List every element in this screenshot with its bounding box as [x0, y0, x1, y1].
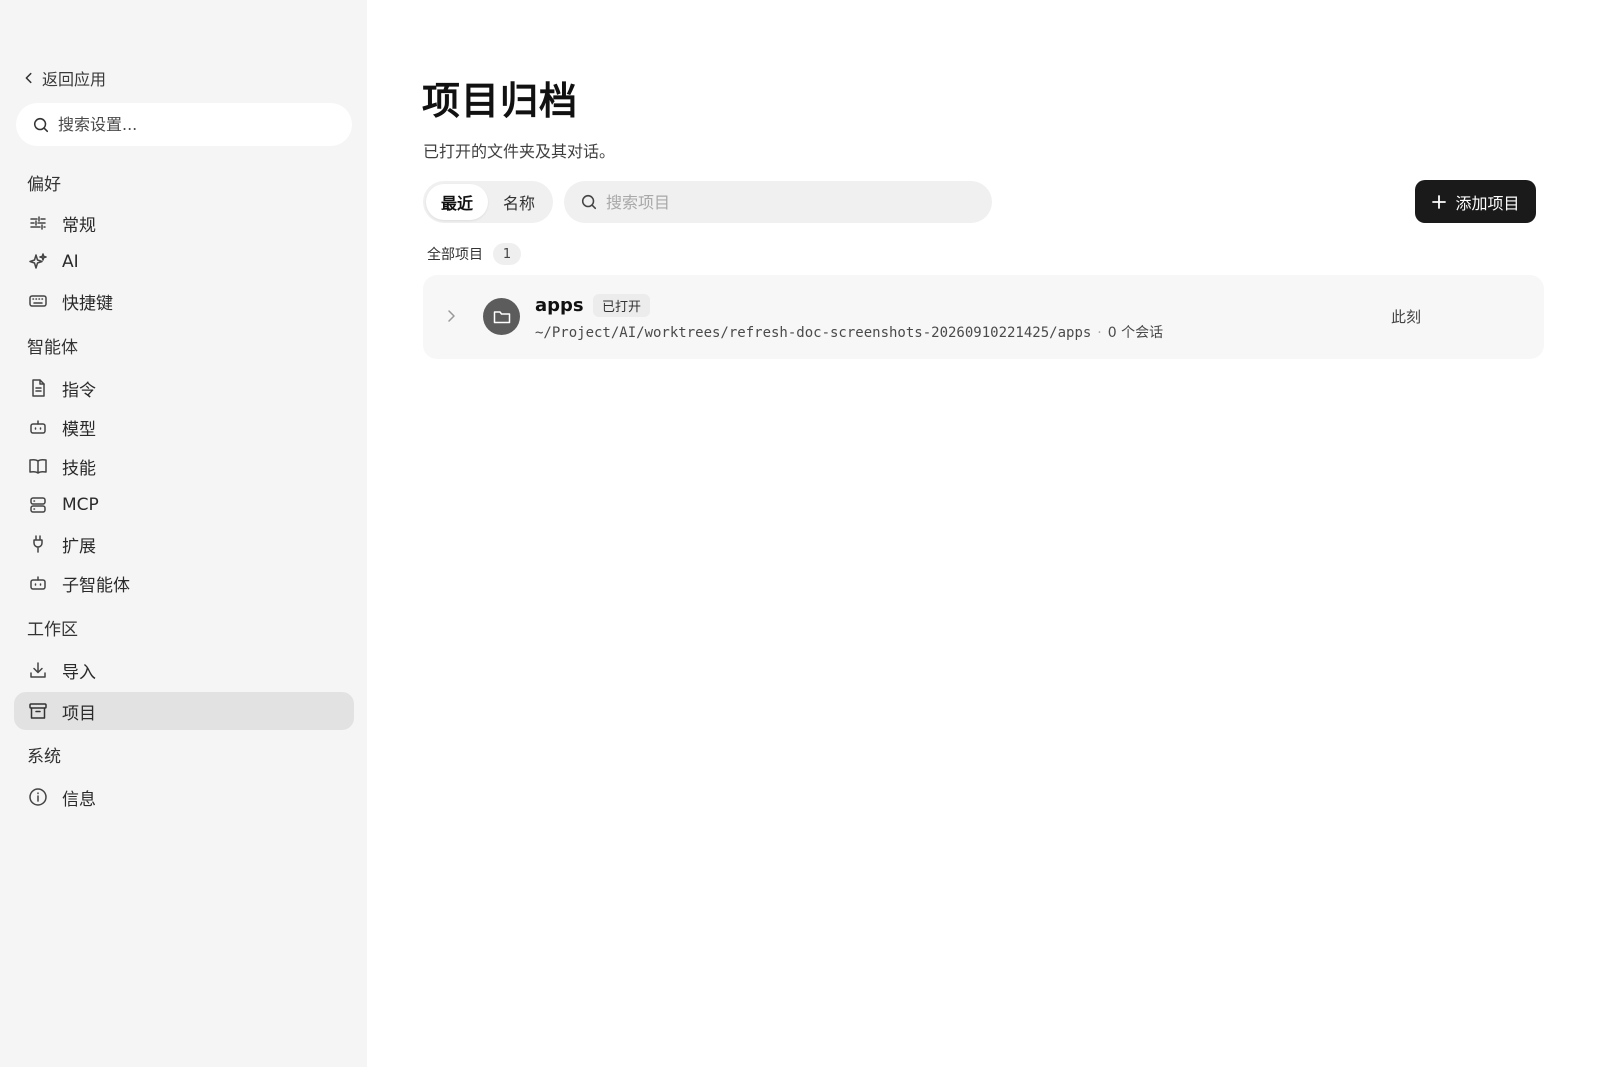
chevron-left-icon — [25, 72, 32, 84]
all-projects-label: 全部项目 — [427, 247, 483, 263]
settings-window: 返回应用 偏好 常规 AI 快捷键 智能体 指令 模型 — [0, 0, 1600, 1067]
sidebar-item-label: 导入 — [62, 662, 96, 683]
folder-icon — [493, 310, 510, 323]
sidebar-item-info[interactable]: 信息 — [14, 778, 354, 816]
settings-search[interactable] — [16, 103, 352, 146]
meta-separator: · — [1097, 325, 1102, 341]
robot-icon — [30, 576, 46, 590]
sidebar-item-label: 扩展 — [62, 536, 96, 557]
sidebar-item-subagents[interactable]: 子智能体 — [14, 564, 354, 602]
server-icon — [30, 497, 46, 513]
project-row[interactable]: apps 已打开 ~/Project/AI/worktrees/refresh-… — [423, 275, 1544, 359]
project-search[interactable] — [564, 181, 992, 223]
section-label-workspace: 工作区 — [27, 620, 78, 640]
sidebar-item-label: 项目 — [62, 703, 96, 724]
sidebar-item-shortcuts[interactable]: 快捷键 — [14, 282, 354, 320]
sidebar-item-projects[interactable]: 项目 — [14, 692, 354, 730]
last-opened-time: 此刻 — [1391, 308, 1422, 326]
page-subtitle: 已打开的文件夹及其对话。 — [423, 142, 616, 161]
page-title: 项目归档 — [422, 79, 579, 123]
sliders-icon — [30, 216, 46, 230]
sidebar-item-label: 模型 — [62, 419, 96, 440]
sidebar-item-instructions[interactable]: 指令 — [14, 369, 354, 407]
search-icon — [581, 194, 597, 210]
section-label-preferences: 偏好 — [27, 175, 61, 195]
robot-icon — [30, 420, 46, 434]
project-search-input[interactable] — [606, 192, 966, 212]
sort-toggle: 最近 名称 — [423, 181, 553, 223]
sidebar-item-label: 子智能体 — [62, 575, 130, 596]
add-project-button[interactable]: 添加项目 — [1415, 180, 1536, 223]
project-count-badge: 1 — [493, 243, 521, 265]
sidebar-item-label: 常规 — [62, 215, 96, 236]
opened-badge: 已打开 — [593, 294, 651, 317]
section-label-agents: 智能体 — [27, 338, 78, 358]
section-label-system: 系统 — [27, 747, 61, 767]
sidebar-item-mcp[interactable]: MCP — [14, 486, 354, 524]
sidebar-item-general[interactable]: 常规 — [14, 204, 354, 242]
project-meta: ~/Project/AI/worktrees/refresh-doc-scree… — [535, 322, 1163, 342]
sidebar-item-label: AI — [62, 252, 79, 272]
chevron-right-icon[interactable] — [443, 308, 459, 324]
add-project-label: 添加项目 — [1455, 193, 1520, 213]
back-to-app-label: 返回应用 — [42, 70, 107, 89]
sidebar-item-skills[interactable]: 技能 — [14, 447, 354, 485]
project-name: apps — [535, 295, 584, 316]
sort-name-button[interactable]: 名称 — [488, 184, 550, 220]
archive-icon — [29, 703, 47, 719]
settings-sidebar: 返回应用 偏好 常规 AI 快捷键 智能体 指令 模型 — [0, 0, 367, 1067]
sidebar-item-import[interactable]: 导入 — [14, 651, 354, 689]
sidebar-item-label: 技能 — [62, 458, 96, 479]
folder-avatar — [483, 298, 520, 335]
sidebar-item-ai[interactable]: AI — [14, 243, 354, 281]
all-projects-header: 全部项目 1 — [427, 243, 521, 265]
plug-icon — [33, 535, 43, 553]
sidebar-item-label: 快捷键 — [62, 293, 113, 314]
sidebar-item-extensions[interactable]: 扩展 — [14, 525, 354, 563]
sidebar-item-label: MCP — [62, 495, 99, 515]
conversation-count: 0 个会话 — [1107, 325, 1164, 341]
project-path: ~/Project/AI/worktrees/refresh-doc-scree… — [535, 325, 1092, 341]
search-icon — [33, 117, 49, 132]
info-icon — [29, 788, 47, 806]
sort-recent-button[interactable]: 最近 — [426, 184, 488, 220]
settings-search-input[interactable] — [58, 115, 318, 134]
keyboard-icon — [29, 295, 47, 307]
sparkles-icon — [29, 253, 47, 269]
back-to-app-link[interactable]: 返回应用 — [22, 66, 106, 90]
download-icon — [30, 662, 46, 678]
document-icon — [32, 379, 45, 397]
projects-panel: 项目归档 已打开的文件夹及其对话。 最近 名称 添加项目 全部项目 1 apps… — [367, 0, 1600, 1067]
sidebar-item-models[interactable]: 模型 — [14, 408, 354, 446]
book-open-icon — [29, 458, 47, 474]
sidebar-item-label: 信息 — [62, 789, 96, 810]
sidebar-item-label: 指令 — [62, 380, 96, 401]
plus-icon — [1432, 194, 1447, 209]
